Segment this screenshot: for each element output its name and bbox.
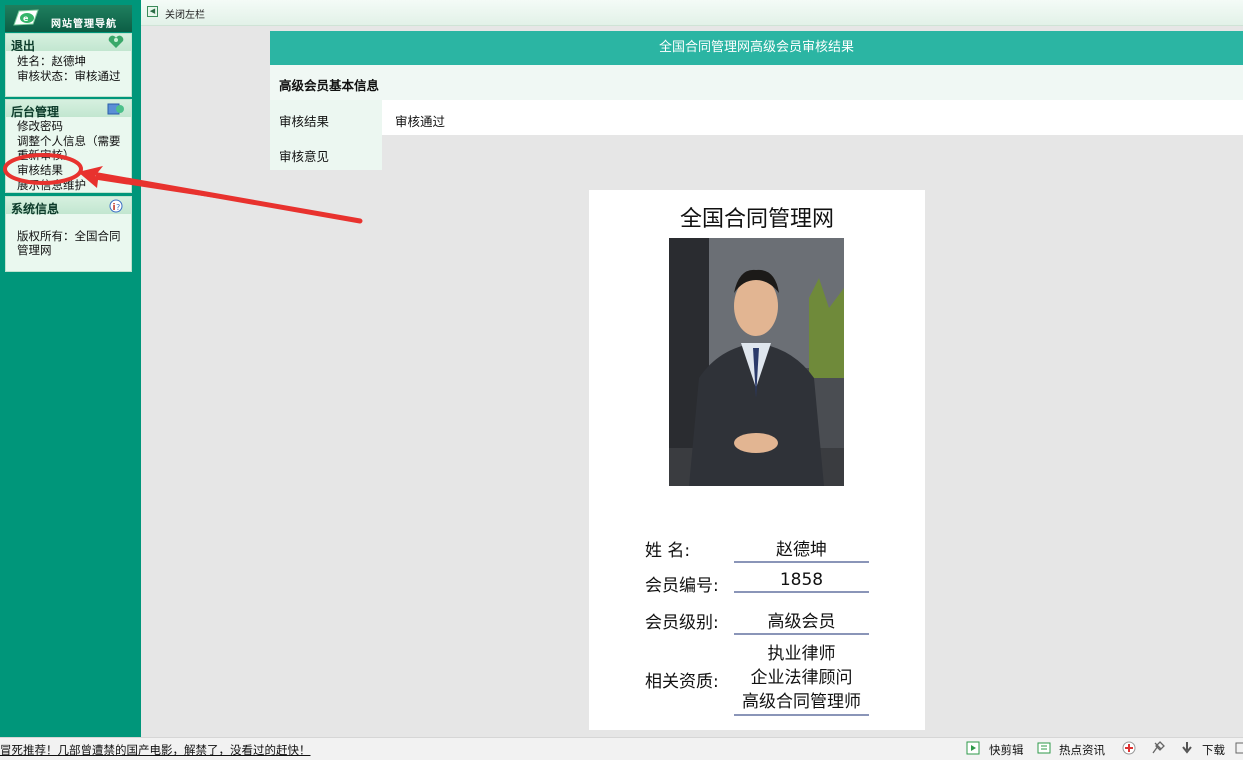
member-id-label: 会员编号: (645, 576, 719, 596)
member-level-value: 高级会员 (734, 607, 869, 635)
audit-result-value: 审核通过 (395, 114, 446, 129)
section-title-logout[interactable]: 退出 (11, 37, 35, 54)
section-title-system-info: 系统信息 (11, 202, 60, 216)
audit-result-label: 审核结果 (279, 114, 330, 129)
window-icon[interactable] (1235, 741, 1243, 755)
quick-clip-icon[interactable] (966, 741, 980, 755)
heart-icon (108, 35, 124, 48)
sidebar-item-audit-status: 审核状态：审核通过 (17, 69, 121, 83)
panel-admin: 后台管理 修改密码 调整个人信息（需要重新审核） 审核结果 展示信息维护 (5, 99, 132, 193)
shield-icon[interactable] (1122, 741, 1136, 755)
status-bar: 冒死推荐！几部曾遭禁的国产电影，解禁了，没看过的赶快！ 快剪辑 热点资讯 下载 (0, 737, 1243, 760)
member-id-value: 1858 (734, 570, 869, 593)
qualification-item: 企业法律顾问 (750, 668, 853, 688)
sidebar-item-edit-profile[interactable]: 调整个人信息（需要重新审核） (17, 134, 129, 162)
news-link[interactable]: 冒死推荐！几部曾遭禁的国产电影，解禁了，没看过的赶快！ (0, 742, 311, 758)
member-photo (669, 238, 844, 486)
info-icon: i ? (109, 199, 123, 213)
qualification-item: 执业律师 (767, 644, 836, 664)
name-label: 姓 名: (645, 541, 691, 561)
basic-info-title: 高级会员基本信息 (279, 78, 380, 93)
sidebar: e 网站管理导航 退出 姓名：赵德坤 审核状态：审核通过 后台管理 修改密码 调… (0, 0, 141, 737)
sidebar-item-display-info[interactable]: 展示信息维护 (17, 178, 129, 192)
sidebar-item-change-password[interactable]: 修改密码 (17, 119, 129, 133)
audit-result-row: 审核结果 审核通过 (270, 100, 1243, 135)
collapse-left-icon[interactable]: ◀ (147, 6, 158, 17)
svg-text:?: ? (116, 203, 120, 212)
member-level-label: 会员级别: (645, 613, 719, 633)
section-title-admin: 后台管理 (11, 105, 60, 119)
hot-news-icon[interactable] (1037, 741, 1051, 755)
qualification-item: 高级合同管理师 (742, 692, 861, 712)
download-icon[interactable] (1180, 741, 1194, 755)
panel-logout: 退出 姓名：赵德坤 审核状态：审核通过 (5, 33, 132, 97)
card-title: 全国合同管理网 (679, 207, 834, 232)
audit-opinion-row: 审核意见 (270, 135, 1243, 170)
sidebar-item-audit-result[interactable]: 审核结果 (17, 163, 129, 177)
top-bar: ◀ 关闭左栏 (141, 0, 1243, 26)
logo-icon: e (13, 9, 39, 26)
download-button[interactable]: 下载 (1202, 742, 1225, 758)
main-content: 全国合同管理网高级会员审核结果 高级会员基本信息 审核结果 审核通过 审核意见 … (141, 26, 1243, 737)
nav-header-title: 网站管理导航 (51, 19, 117, 30)
qualification-label: 相关资质: (645, 672, 719, 692)
svg-text:e: e (23, 14, 29, 23)
member-certificate-card: 全国合同管理网 姓 名: 赵德坤 会员编号: 1858 会员级别: 高级会员 相… (589, 190, 925, 730)
image-icon (107, 103, 124, 115)
close-left-panel-link[interactable]: 关闭左栏 (165, 6, 205, 21)
pin-icon[interactable] (1151, 741, 1165, 755)
sidebar-item-name: 姓名：赵德坤 (17, 54, 86, 68)
sidebar-item-copyright: 版权所有：全国合同管理网 (17, 229, 121, 257)
result-header: 全国合同管理网高级会员审核结果 (270, 31, 1243, 65)
hot-news-button[interactable]: 热点资讯 (1059, 742, 1105, 758)
qualification-values: 执业律师 企业法律顾问 高级合同管理师 (734, 642, 869, 716)
quick-clip-button[interactable]: 快剪辑 (989, 742, 1024, 758)
audit-opinion-label: 审核意见 (279, 149, 330, 164)
nav-header: e 网站管理导航 (5, 5, 132, 32)
panel-system-info: 系统信息 i ? 版权所有：全国合同管理网 (5, 196, 132, 272)
basic-info-row: 高级会员基本信息 (270, 65, 1243, 100)
name-value: 赵德坤 (734, 535, 869, 563)
